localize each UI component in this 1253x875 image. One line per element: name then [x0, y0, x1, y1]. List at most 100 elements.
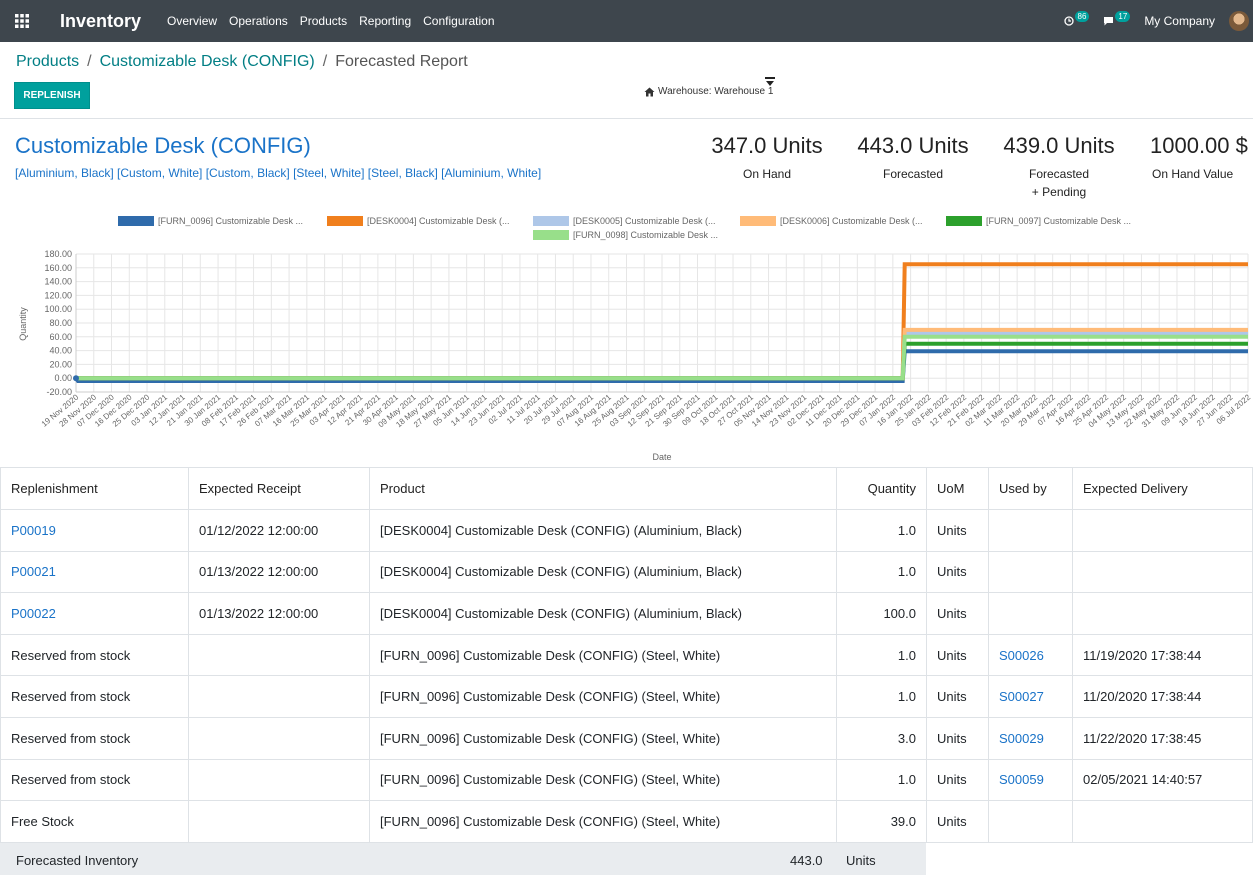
replenishment-link[interactable]: P00021 — [0, 550, 189, 594]
cell-quantity: 1.0 — [836, 509, 927, 552]
cell-uom: Units — [926, 550, 989, 594]
control-panel-divider — [0, 118, 1253, 119]
cell-uom: Units — [926, 675, 989, 718]
activity-count-badge: 86 — [1074, 10, 1090, 22]
menu-reporting[interactable]: Reporting — [359, 14, 411, 28]
product-title[interactable]: Customizable Desk (CONFIG) — [15, 133, 311, 159]
breadcrumb-products[interactable]: Products — [16, 53, 79, 71]
cell-uom: Units — [926, 716, 989, 760]
breadcrumb-product[interactable]: Customizable Desk (CONFIG) — [100, 53, 315, 71]
stat-forecasted-pending[interactable]: 439.0 Units Forecasted + Pending — [992, 133, 1126, 201]
forecast-chart: [FURN_0096] Customizable Desk ... [DESK0… — [0, 212, 1253, 468]
stat-forecasted-value: 443.0 Units — [857, 133, 969, 158]
cell-receipt — [188, 716, 370, 760]
used-by-link[interactable]: S00026 — [988, 633, 1073, 677]
cell-delivery — [1072, 592, 1253, 635]
forecasted-inventory-row: Forecasted Inventory 443.0 Units — [0, 843, 926, 875]
app-name[interactable]: Inventory — [60, 11, 141, 32]
menu-operations[interactable]: Operations — [229, 14, 288, 28]
footer-label: Forecasted Inventory — [16, 853, 139, 868]
messages-button[interactable]: 17 — [1103, 10, 1131, 27]
y-tick-label: 140.00 — [44, 277, 72, 287]
clock-icon — [1063, 16, 1074, 26]
cell-replenishment: Free Stock — [0, 800, 189, 843]
stat-on-hand-value-amount-value: 1000.00 $ — [1150, 133, 1248, 158]
replenishment-link[interactable]: P00019 — [0, 509, 189, 552]
cell-uom: Units — [926, 758, 989, 802]
cell-uom: Units — [926, 509, 989, 552]
table-row: Reserved from stock [FURN_0096] Customiz… — [0, 633, 1253, 677]
col-used-by[interactable]: Used by — [988, 467, 1073, 510]
col-quantity[interactable]: Quantity — [836, 467, 927, 510]
user-avatar[interactable] — [1229, 11, 1249, 31]
grid-icon — [15, 14, 29, 28]
replenish-button[interactable]: REPLENISH — [14, 82, 90, 109]
stat-forecasted-label: Forecasted — [882, 167, 944, 181]
menu-configuration[interactable]: Configuration — [423, 14, 494, 28]
menu-overview[interactable]: Overview — [167, 14, 217, 28]
y-tick-label: 180.00 — [44, 249, 72, 259]
col-replenishment[interactable]: Replenishment — [0, 467, 189, 510]
x-axis-label: Date — [652, 452, 671, 462]
stat-forecasted[interactable]: 443.0 Units Forecasted — [846, 133, 980, 183]
cell-delivery — [1072, 800, 1253, 843]
cell-replenishment: Reserved from stock — [0, 716, 189, 760]
stat-on-hand-label: On Hand — [742, 167, 792, 181]
table-header-row: Replenishment Expected Receipt Product Q… — [0, 467, 1253, 510]
activity-button[interactable]: 86 — [1063, 10, 1090, 27]
stat-forecasted-pending-label-line1: Forecasted — [1028, 167, 1090, 181]
cell-delivery: 11/20/2020 17:38:44 — [1072, 675, 1253, 718]
used-by-link[interactable]: S00059 — [988, 758, 1073, 802]
col-uom[interactable]: UoM — [926, 467, 989, 510]
cell-used-by — [988, 550, 1073, 594]
cell-delivery: 02/05/2021 14:40:57 — [1072, 758, 1253, 802]
cell-quantity: 1.0 — [836, 758, 927, 802]
cell-delivery — [1072, 509, 1253, 552]
cell-product: [DESK0004] Customizable Desk (CONFIG) (A… — [369, 509, 837, 552]
warehouse-selector[interactable]: Warehouse: Warehouse 1 — [644, 77, 775, 97]
stat-on-hand-value: 347.0 Units — [711, 133, 823, 158]
caret-down-icon — [765, 77, 775, 86]
cell-product: [FURN_0096] Customizable Desk (CONFIG) (… — [369, 800, 837, 843]
table-row: P00022 01/13/2022 12:00:00 [DESK0004] Cu… — [0, 592, 1253, 635]
top-navbar: Inventory Overview Operations Products R… — [0, 0, 1253, 42]
chat-icon — [1104, 17, 1114, 26]
cell-product: [FURN_0096] Customizable Desk (CONFIG) (… — [369, 675, 837, 718]
stat-forecasted-pending-value: 439.0 Units — [1003, 133, 1115, 158]
y-tick-label: 40.00 — [49, 346, 72, 356]
breadcrumb-current: Forecasted Report — [335, 53, 468, 70]
cell-quantity: 1.0 — [836, 633, 927, 677]
replenishment-link[interactable]: P00022 — [0, 592, 189, 635]
table-row: Reserved from stock [FURN_0096] Customiz… — [0, 716, 1253, 760]
col-product[interactable]: Product — [369, 467, 837, 510]
stat-forecasted-pending-label-line2: + Pending — [1031, 185, 1087, 199]
cell-uom: Units — [926, 800, 989, 843]
series-point — [73, 375, 79, 382]
y-axis-label: Quantity — [18, 307, 28, 341]
cell-uom: Units — [926, 592, 989, 635]
table-row: P00019 01/12/2022 12:00:00 [DESK0004] Cu… — [0, 509, 1253, 552]
product-variants[interactable]: [Aluminium, Black] [Custom, White] [Cust… — [15, 166, 541, 180]
used-by-link[interactable]: S00029 — [988, 716, 1073, 760]
used-by-link[interactable]: S00027 — [988, 675, 1073, 718]
warehouse-label: Warehouse: Warehouse 1 — [658, 86, 774, 97]
cell-delivery — [1072, 550, 1253, 594]
y-tick-label: -20.00 — [46, 387, 72, 397]
cell-receipt — [188, 675, 370, 718]
col-expected-delivery[interactable]: Expected Delivery — [1072, 467, 1253, 510]
stat-on-hand[interactable]: 347.0 Units On Hand — [700, 133, 834, 183]
menu-products[interactable]: Products — [300, 14, 347, 28]
table-row: Reserved from stock [FURN_0096] Customiz… — [0, 675, 1253, 718]
breadcrumb-separator: / — [322, 53, 328, 70]
breadcrumb-separator: / — [87, 53, 92, 70]
col-expected-receipt[interactable]: Expected Receipt — [188, 467, 370, 510]
apps-menu-icon[interactable] — [0, 0, 44, 42]
cell-quantity: 100.0 — [836, 592, 927, 635]
table-row: Reserved from stock [FURN_0096] Customiz… — [0, 758, 1253, 802]
cell-delivery: 11/19/2020 17:38:44 — [1072, 633, 1253, 677]
cell-receipt: 01/13/2022 12:00:00 — [188, 550, 370, 594]
stat-forecasted-pending-label: Forecasted + Pending — [992, 165, 1126, 201]
stat-on-hand-value-amount[interactable]: 1000.00 $ On Hand Value — [1140, 133, 1253, 183]
company-switcher[interactable]: My Company — [1144, 14, 1215, 28]
cell-receipt: 01/12/2022 12:00:00 — [188, 509, 370, 552]
